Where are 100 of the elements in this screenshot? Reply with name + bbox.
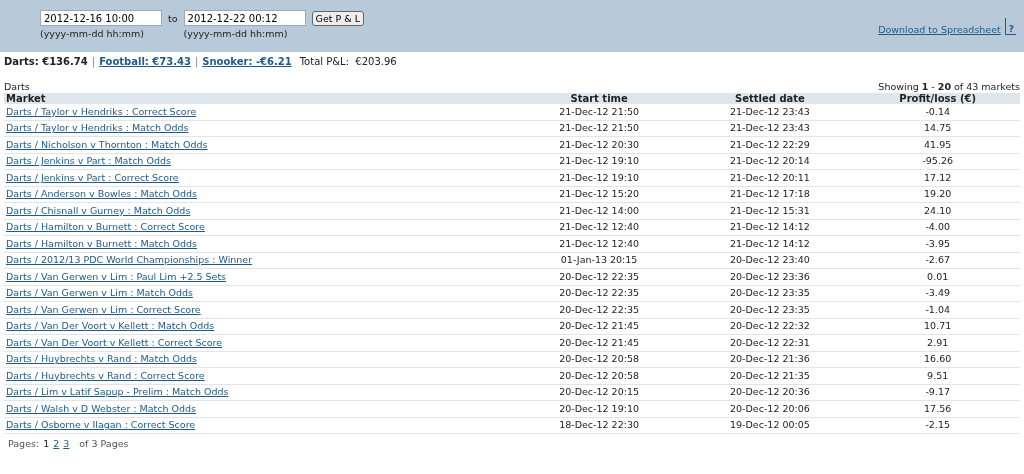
table-cell: 21-Dec-12 23:43	[684, 120, 856, 137]
table-cell: -9.17	[855, 384, 1020, 401]
market-link[interactable]: Darts / Osborne v Ilagan : Correct Score	[6, 419, 196, 431]
table-cell: 19.20	[855, 186, 1020, 203]
table-cell: 20-Dec-12 20:58	[513, 367, 685, 384]
showing-count: Showing 1 - 20 of 43 markets	[878, 81, 1020, 92]
table-cell: 21-Dec-12 14:00	[513, 202, 685, 219]
table-cell: 17.56	[855, 400, 1020, 417]
get-pl-button[interactable]: Get P & L	[311, 10, 364, 26]
table-cell: 14.75	[855, 120, 1020, 137]
table-cell: 17.12	[855, 169, 1020, 186]
market-link[interactable]: Darts / Nicholson v Thornton : Match Odds	[6, 138, 208, 150]
table-cell: -4.00	[855, 219, 1020, 236]
to-date-field[interactable]: 2012-12-22 00:12	[183, 10, 306, 26]
sport-total-link[interactable]: Snooker: -€6.21	[202, 56, 292, 67]
table-cell: 0.01	[855, 268, 1020, 285]
table-cell: 21-Dec-12 19:10	[513, 153, 685, 170]
table-cell: -95.26	[855, 153, 1020, 170]
section-title: Darts	[4, 81, 30, 92]
table-cell: 19-Dec-12 00:05	[684, 417, 856, 434]
table-cell: 20-Dec-12 22:31	[684, 334, 856, 351]
table-cell: 21-Dec-12 14:12	[684, 219, 856, 236]
table-cell: 21-Dec-12 23:43	[684, 104, 856, 120]
sport-total-link[interactable]: Football: €73.43	[99, 56, 191, 67]
table-cell: -2.67	[855, 252, 1020, 269]
separator: |	[194, 56, 199, 67]
table-cell: 21-Dec-12 20:30	[513, 136, 685, 153]
separator: |	[91, 56, 96, 67]
table-cell: 21-Dec-12 14:12	[684, 235, 856, 252]
table-cell: 21-Dec-12 21:50	[513, 120, 685, 137]
page-link[interactable]: 2	[53, 438, 60, 449]
table-cell: 20-Dec-12 20:06	[684, 400, 856, 417]
date-format-hint: (yyyy-mm-dd hh:mm)	[183, 28, 289, 39]
market-link[interactable]: Darts / Walsh v D Webster : Match Odds	[6, 402, 197, 414]
table-cell: -1.04	[855, 301, 1020, 318]
table-cell: 20-Dec-12 23:36	[684, 268, 856, 285]
table-cell: 21-Dec-12 12:40	[513, 219, 685, 236]
table-cell: 20-Dec-12 22:32	[684, 318, 856, 335]
market-link[interactable]: Darts / Anderson v Bowles : Match Odds	[6, 188, 197, 200]
total-pl: Total P&L: €203.96	[299, 56, 397, 67]
date-format-hint: (yyyy-mm-dd hh:mm)	[40, 28, 145, 39]
page-link[interactable]: 1	[43, 438, 50, 449]
table-cell: 20-Dec-12 22:35	[513, 285, 685, 302]
market-link[interactable]: Darts / Huybrechts v Rand : Match Odds	[6, 353, 197, 365]
market-link[interactable]: Darts / Hamilton v Burnett : Match Odds	[6, 237, 197, 249]
column-header: Start time	[513, 93, 685, 104]
table-cell: 16.60	[855, 351, 1020, 368]
column-header: Settled date	[684, 93, 856, 104]
table-cell: 21-Dec-12 12:40	[513, 235, 685, 252]
from-date-field[interactable]: 2012-12-16 10:00	[40, 10, 162, 26]
table-cell: 20-Dec-12 20:15	[513, 384, 685, 401]
market-link[interactable]: Darts / Jenkins v Part : Match Odds	[6, 155, 171, 167]
market-link[interactable]: Darts / 2012/13 PDC World Championships : Winner	[6, 254, 253, 266]
table-cell: 20-Dec-12 22:35	[513, 268, 685, 285]
table-cell: 20-Dec-12 20:58	[513, 351, 685, 368]
market-link[interactable]: Darts / Van Gerwen v Lim : Match Odds	[6, 287, 193, 299]
table-cell: 20-Dec-12 21:35	[684, 367, 856, 384]
table-cell: 01-Jan-13 20:15	[513, 252, 685, 269]
sport-total-link[interactable]: Darts: €136.74	[4, 56, 88, 67]
table-cell: 21-Dec-12 15:20	[513, 186, 685, 203]
table-cell: 21-Dec-12 19:10	[513, 169, 685, 186]
market-link[interactable]: Darts / Taylor v Hendriks : Correct Score	[6, 105, 197, 117]
market-link[interactable]: Darts / Taylor v Hendriks : Match Odds	[6, 122, 189, 134]
table-cell: 20-Dec-12 21:45	[513, 334, 685, 351]
table-cell: 20-Dec-12 20:36	[684, 384, 856, 401]
table-cell: 18-Dec-12 22:30	[513, 417, 685, 434]
market-link[interactable]: Darts / Huybrechts v Rand : Correct Score	[6, 369, 205, 381]
column-header: Profit/loss (€)	[855, 93, 1020, 104]
market-link[interactable]: Darts / Lim v Latif Sapup - Prelim : Match Odds	[6, 386, 229, 398]
table-cell: 24.10	[855, 202, 1020, 219]
table-cell: -3.95	[855, 235, 1020, 252]
table-cell: 20-Dec-12 23:40	[684, 252, 856, 269]
pages-label: Pages:	[8, 438, 40, 449]
download-link[interactable]: Download to Spreadsheet	[878, 24, 1001, 35]
table-cell: 41.95	[855, 136, 1020, 153]
to-label: to	[168, 12, 178, 24]
table-cell: 21-Dec-12 15:31	[684, 202, 856, 219]
table-cell: 21-Dec-12 17:18	[684, 186, 856, 203]
page-link[interactable]: 3	[63, 438, 70, 449]
market-link[interactable]: Darts / Hamilton v Burnett : Correct Score	[6, 221, 205, 233]
table-cell: 20-Dec-12 19:10	[513, 400, 685, 417]
table-cell: -3.49	[855, 285, 1020, 302]
market-link[interactable]: Darts / Chisnall v Gurney : Match Odds	[6, 204, 191, 216]
table-cell: 21-Dec-12 22:29	[684, 136, 856, 153]
table-cell: 10.71	[855, 318, 1020, 335]
column-header: Market	[4, 93, 514, 104]
market-link[interactable]: Darts / Van Der Voort v Kellett : Correct Score	[6, 336, 223, 348]
table-cell: 21-Dec-12 20:11	[684, 169, 856, 186]
table-cell: 20-Dec-12 21:45	[513, 318, 685, 335]
table-cell: 20-Dec-12 23:35	[684, 301, 856, 318]
table-cell: -0.14	[855, 104, 1020, 120]
market-link[interactable]: Darts / Van Gerwen v Lim : Paul Lim +2.5 Sets	[6, 270, 227, 282]
table-cell: 9.51	[855, 367, 1020, 384]
market-link[interactable]: Darts / Van Der Voort v Kellett : Match Odds	[6, 320, 215, 332]
table-cell: -2.15	[855, 417, 1020, 434]
pages-total: of 3 Pages	[79, 438, 129, 449]
table-cell: 21-Dec-12 20:14	[684, 153, 856, 170]
market-link[interactable]: Darts / Jenkins v Part : Correct Score	[6, 171, 179, 183]
table-cell: 2.91	[855, 334, 1020, 351]
market-link[interactable]: Darts / Van Gerwen v Lim : Correct Score	[6, 303, 201, 315]
